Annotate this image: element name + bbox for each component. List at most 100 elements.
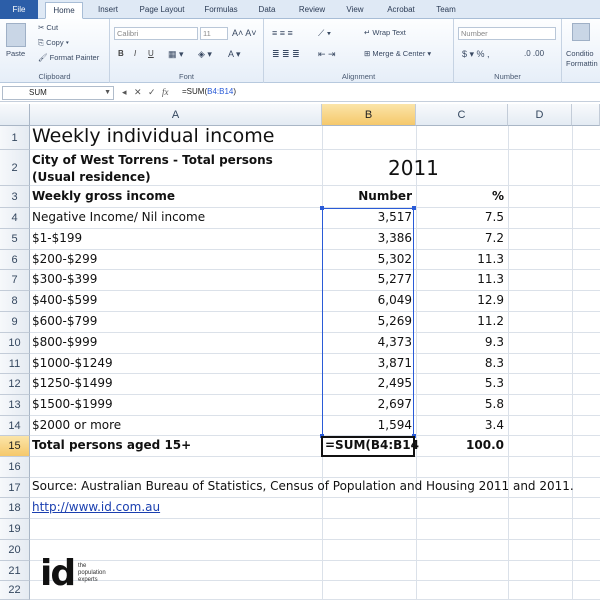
income-band-label[interactable]: $1250-$1499 xyxy=(32,376,113,390)
orientation-icon[interactable]: ⟋ ▾ xyxy=(318,28,331,39)
column-header-d[interactable]: D xyxy=(508,104,572,126)
income-band-percent[interactable]: 5.8 xyxy=(416,397,504,411)
bold-icon[interactable]: B xyxy=(118,49,124,58)
column-header-b[interactable]: B xyxy=(322,104,416,126)
header-percent[interactable]: % xyxy=(416,189,504,203)
row-header-20[interactable]: 20 xyxy=(0,540,30,561)
total-percent[interactable]: 100.0 xyxy=(416,438,504,452)
tab-data[interactable]: Data xyxy=(250,2,284,19)
copy-button[interactable]: ⎘ Copy ▾ xyxy=(38,38,69,48)
fill-color-icon[interactable]: ◈ ▾ xyxy=(198,49,212,60)
header-number[interactable]: Number xyxy=(322,189,412,203)
insert-function-icon[interactable]: fx xyxy=(162,87,169,97)
row-header-16[interactable]: 16 xyxy=(0,457,30,478)
wrap-text-button[interactable]: ↵ Wrap Text xyxy=(364,28,406,37)
column-header-e[interactable] xyxy=(572,104,600,126)
italic-icon[interactable]: I xyxy=(134,49,136,58)
range-handle[interactable] xyxy=(320,206,324,210)
borders-icon[interactable]: ▦ ▾ xyxy=(168,49,184,60)
income-band-label[interactable]: $800-$999 xyxy=(32,335,97,349)
row-header-18[interactable]: 18 xyxy=(0,498,30,519)
select-all-corner[interactable] xyxy=(0,104,30,126)
number-format-select[interactable]: Number xyxy=(458,27,556,40)
row-header-21[interactable]: 21 xyxy=(0,561,30,581)
enter-icon[interactable]: ✓ xyxy=(148,87,156,98)
income-band-label[interactable]: $1-$199 xyxy=(32,231,82,245)
currency-icon[interactable]: $ ▾ % , xyxy=(462,49,490,60)
indent-icons[interactable]: ⇤ ⇥ xyxy=(318,49,336,60)
formatting-label[interactable]: Formattin xyxy=(566,59,598,68)
income-band-label[interactable]: $200-$299 xyxy=(32,252,97,266)
active-cell-b15[interactable] xyxy=(321,436,415,457)
income-band-percent[interactable]: 11.3 xyxy=(416,252,504,266)
row-header-13[interactable]: 13 xyxy=(0,395,30,416)
income-band-percent[interactable]: 7.2 xyxy=(416,231,504,245)
row-header-12[interactable]: 12 xyxy=(0,374,30,395)
row-header-8[interactable]: 8 xyxy=(0,291,30,312)
row-header-9[interactable]: 9 xyxy=(0,312,30,333)
tab-acrobat[interactable]: Acrobat xyxy=(378,2,424,19)
tab-view[interactable]: View xyxy=(338,2,372,19)
row-header-10[interactable]: 10 xyxy=(0,333,30,354)
income-band-label[interactable]: $300-$399 xyxy=(32,272,97,286)
income-band-label[interactable]: $2000 or more xyxy=(32,418,121,432)
column-header-a[interactable]: A xyxy=(30,104,322,126)
year-label[interactable]: 2011 xyxy=(388,156,439,180)
conditional-formatting-icon[interactable] xyxy=(572,23,590,41)
column-header-c[interactable]: C xyxy=(416,104,508,126)
row-header-11[interactable]: 11 xyxy=(0,354,30,374)
header-category[interactable]: Weekly gross income xyxy=(32,189,175,203)
income-band-label[interactable]: $1000-$1249 xyxy=(32,356,113,370)
formula-input[interactable]: =SUM(B4:B14) xyxy=(182,87,236,96)
row-header-3[interactable]: 3 xyxy=(0,186,30,208)
source-link[interactable]: http://www.id.com.au xyxy=(32,500,160,514)
income-band-label[interactable]: $600-$799 xyxy=(32,314,97,328)
paste-icon[interactable] xyxy=(6,23,26,47)
subtitle-line-2[interactable]: (Usual residence) xyxy=(32,170,151,184)
row-header-7[interactable]: 7 xyxy=(0,270,30,291)
decimal-icons[interactable]: .0 .00 xyxy=(524,49,544,58)
paste-button[interactable]: Paste xyxy=(6,49,25,58)
tab-insert[interactable]: Insert xyxy=(88,2,128,19)
tab-formulas[interactable]: Formulas xyxy=(196,2,246,19)
income-band-percent[interactable]: 3.4 xyxy=(416,418,504,432)
cancel-icon[interactable]: ✕ xyxy=(134,87,142,98)
income-band-label[interactable]: Negative Income/ Nil income xyxy=(32,210,205,224)
sheet-title[interactable]: Weekly individual income xyxy=(32,125,274,147)
income-band-percent[interactable]: 7.5 xyxy=(416,210,504,224)
underline-icon[interactable]: U xyxy=(148,49,154,58)
row-header-14[interactable]: 14 xyxy=(0,416,30,436)
row-header-6[interactable]: 6 xyxy=(0,250,30,270)
tab-review[interactable]: Review xyxy=(290,2,334,19)
conditional-formatting-label[interactable]: Conditio xyxy=(566,49,594,58)
row-header-19[interactable]: 19 xyxy=(0,519,30,540)
tab-page-layout[interactable]: Page Layout xyxy=(132,2,192,19)
name-box[interactable]: SUM ▼ xyxy=(2,86,114,100)
row-header-4[interactable]: 4 xyxy=(0,208,30,229)
font-family-select[interactable]: Calibri xyxy=(114,27,198,40)
grow-font-icon[interactable]: A˄ A˅ xyxy=(232,28,257,38)
subtitle-line-1[interactable]: City of West Torrens - Total persons xyxy=(32,153,273,167)
tab-file[interactable]: File xyxy=(0,0,38,19)
cut-button[interactable]: ✂ Cut xyxy=(38,23,58,32)
row-header-15[interactable]: 15 xyxy=(0,436,30,457)
font-color-icon[interactable]: A ▾ xyxy=(228,49,241,60)
income-band-label[interactable]: $400-$599 xyxy=(32,293,97,307)
font-size-select[interactable]: 11 xyxy=(200,27,228,40)
income-band-percent[interactable]: 8.3 xyxy=(416,356,504,370)
row-header-5[interactable]: 5 xyxy=(0,229,30,250)
row-header-2[interactable]: 2 xyxy=(0,150,30,186)
total-label[interactable]: Total persons aged 15+ xyxy=(32,438,191,452)
merge-center-button[interactable]: ⊞ Merge & Center ▾ xyxy=(364,49,431,58)
formula-menu-icon[interactable]: ◂ xyxy=(122,87,127,98)
format-painter-button[interactable]: 🖌 Format Painter xyxy=(38,53,99,62)
align-top-icons[interactable]: ≡ ≡ ≡ xyxy=(272,28,293,38)
income-band-label[interactable]: $1500-$1999 xyxy=(32,397,113,411)
row-header-22[interactable]: 22 xyxy=(0,581,30,600)
tab-team[interactable]: Team xyxy=(428,2,464,19)
source-note[interactable]: Source: Australian Bureau of Statistics,… xyxy=(32,479,574,493)
row-header-17[interactable]: 17 xyxy=(0,478,30,498)
row-header-1[interactable]: 1 xyxy=(0,126,30,150)
income-band-percent[interactable]: 9.3 xyxy=(416,335,504,349)
income-band-percent[interactable]: 5.3 xyxy=(416,376,504,390)
